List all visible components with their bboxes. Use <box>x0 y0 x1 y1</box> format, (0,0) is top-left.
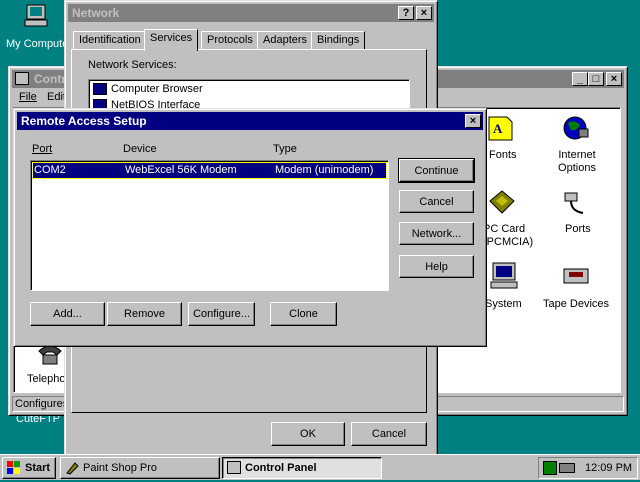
desktop-icon-my-computer[interactable]: My Computer <box>0 0 73 54</box>
task-label: Control Panel <box>245 462 317 474</box>
internet-options-icon[interactable] <box>561 113 591 143</box>
network-tray-icon[interactable] <box>543 461 557 475</box>
continue-button[interactable]: Continue <box>398 158 475 183</box>
tab-protocols[interactable]: Protocols <box>201 31 259 50</box>
network-titlebar[interactable]: Network ? × <box>68 4 434 22</box>
cell-type: Modem (unimodem) <box>275 164 374 176</box>
modem-tray-icon[interactable] <box>559 463 575 473</box>
ports-icon[interactable] <box>561 187 591 217</box>
my-computer-icon <box>24 4 48 27</box>
tab-bindings[interactable]: Bindings <box>311 31 366 50</box>
help-button[interactable]: Help <box>399 255 474 278</box>
svg-text:A: A <box>493 121 503 136</box>
minimize-button[interactable]: _ <box>572 72 588 86</box>
tape-devices-icon[interactable] <box>561 261 591 291</box>
tab-adapters[interactable]: Adapters <box>257 31 314 50</box>
fonts-icon[interactable]: A <box>485 113 515 143</box>
cpl-item-ports[interactable]: Ports <box>565 223 591 235</box>
add-button[interactable]: Add... <box>30 302 105 326</box>
control-panel-icon <box>227 461 241 474</box>
desktop-icon-label: My Computer <box>6 38 73 50</box>
ras-titlebar[interactable]: Remote Access Setup × <box>17 112 483 130</box>
configure-button[interactable]: Configure... <box>188 302 255 326</box>
paint-shop-pro-icon <box>65 461 79 475</box>
start-label: Start <box>25 462 51 474</box>
clock[interactable]: 12:09 PM <box>585 462 632 474</box>
ports-list[interactable]: COM2 WebExcel 56K Modem Modem (unimodem) <box>30 160 389 291</box>
status-text: Configures <box>15 398 69 410</box>
network-title: Network <box>72 6 120 20</box>
taskbar-task-paint-shop-pro[interactable]: Paint Shop Pro <box>60 457 220 479</box>
task-label: Paint Shop Pro <box>83 462 157 474</box>
cell-device: WebExcel 56K Modem <box>125 164 237 176</box>
list-item[interactable]: Computer Browser <box>93 83 203 96</box>
menu-file[interactable]: File <box>19 91 37 103</box>
clone-button[interactable]: Clone <box>270 302 337 326</box>
control-panel-icon <box>15 72 29 85</box>
taskbar: Start Paint Shop Pro Control Panel 12:09… <box>0 454 640 480</box>
cancel-button[interactable]: Cancel <box>399 190 474 213</box>
column-header-type: Type <box>273 143 297 155</box>
remove-button[interactable]: Remove <box>107 302 182 326</box>
cpl-item-pc-card[interactable]: PC Card (PCMCIA) <box>483 223 533 249</box>
ras-title: Remote Access Setup <box>21 114 147 128</box>
cpl-item-internet-options[interactable]: Internet Options <box>549 149 605 175</box>
close-button[interactable]: × <box>416 6 432 20</box>
network-button[interactable]: Network... <box>399 222 474 245</box>
column-header-device: Device <box>123 143 157 155</box>
maximize-button[interactable]: □ <box>588 72 604 86</box>
system-tray: 12:09 PM <box>538 457 638 479</box>
help-question-button[interactable]: ? <box>398 6 414 20</box>
taskbar-task-control-panel[interactable]: Control Panel <box>222 457 382 479</box>
start-button[interactable]: Start <box>2 457 56 479</box>
system-icon[interactable] <box>489 261 519 291</box>
cell-port: COM2 <box>34 164 66 176</box>
cpl-item-fonts[interactable]: Fonts <box>489 149 517 161</box>
cancel-button[interactable]: Cancel <box>351 422 427 446</box>
tab-identification[interactable]: Identification <box>73 31 147 50</box>
close-button[interactable]: × <box>465 114 481 128</box>
cpl-item-system[interactable]: System <box>485 298 522 310</box>
remote-access-setup-dialog: Remote Access Setup × Port Device Type C… <box>13 108 487 347</box>
ok-button[interactable]: OK <box>271 422 345 446</box>
pc-card-icon[interactable] <box>487 187 517 217</box>
close-button[interactable]: × <box>606 72 622 86</box>
service-icon <box>93 83 107 96</box>
windows-logo-icon <box>7 461 21 475</box>
table-row[interactable]: COM2 WebExcel 56K Modem Modem (unimodem) <box>32 162 387 179</box>
services-label: Network Services: <box>88 59 177 71</box>
cpl-item-tape-devices[interactable]: Tape Devices <box>543 298 609 310</box>
column-header-port: Port <box>32 143 53 155</box>
tab-services[interactable]: Services <box>144 29 199 51</box>
